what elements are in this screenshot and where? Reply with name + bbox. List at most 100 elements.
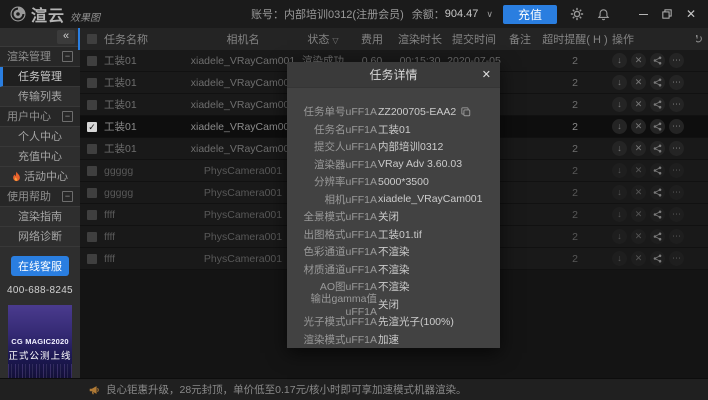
share-icon[interactable] — [650, 229, 665, 244]
header-duration: 渲染时长 — [398, 34, 442, 46]
row-checkbox[interactable]: ✓ — [87, 99, 97, 110]
balance-value: 904.47 — [444, 8, 479, 20]
cancel-task-icon[interactable]: ✕ — [631, 207, 646, 222]
balance-label: 余额： — [411, 9, 445, 21]
copy-icon[interactable] — [461, 107, 471, 117]
share-icon[interactable] — [650, 53, 665, 68]
restore-button[interactable] — [658, 5, 676, 23]
cancel-task-icon[interactable]: ✕ — [631, 229, 646, 244]
modal-field: 材质通道 不渲染 — [287, 261, 500, 279]
share-icon[interactable] — [650, 75, 665, 90]
row-checkbox[interactable]: ✓ — [87, 231, 97, 242]
modal-field: 色彩通道 不渲染 — [287, 243, 500, 261]
row-checkbox[interactable]: ✓ — [87, 121, 97, 132]
modal-field: 任务名 工装01 — [287, 121, 500, 139]
sidebar-nav-entry[interactable]: 活动中心 − — [0, 166, 80, 187]
modal-field: 光子模式 先渲光子(100%) — [287, 313, 500, 331]
footer-notice-bar: 良心钜惠升级，28元封顶，单价低至0.17元/核小时即可享加速模式机器渲染。 — [0, 378, 708, 400]
status-filter-icon[interactable]: ▽ — [332, 36, 338, 45]
sidebar-nav-entry[interactable]: 渲染指南 − — [0, 206, 80, 227]
more-actions-icon[interactable]: ⋯ — [669, 163, 684, 178]
share-icon[interactable] — [650, 185, 665, 200]
sidebar-nav-entry[interactable]: 使用帮助 − — [0, 186, 80, 207]
download-icon[interactable]: ↓ — [612, 229, 627, 244]
header-remark: 备注 — [509, 34, 531, 46]
row-checkbox[interactable]: ✓ — [87, 165, 97, 176]
more-actions-icon[interactable]: ⋯ — [669, 97, 684, 112]
sidebar-nav-entry[interactable]: 用户中心 − — [0, 106, 80, 127]
download-icon[interactable]: ↓ — [612, 53, 627, 68]
promo-banner[interactable]: CG MAGIC2020 正式公测上线 — [8, 304, 72, 378]
cancel-task-icon[interactable]: ✕ — [631, 75, 646, 90]
row-checkbox[interactable]: ✓ — [87, 55, 97, 66]
sidebar-nav-entry[interactable]: 任务管理 − — [0, 66, 80, 87]
banner-title: CG MAGIC2020 — [11, 336, 69, 346]
more-actions-icon[interactable]: ⋯ — [669, 75, 684, 90]
cell-timeout: 2 — [572, 186, 578, 199]
sidebar-nav-label: 个人中心 — [18, 131, 62, 144]
row-checkbox[interactable]: ✓ — [87, 187, 97, 198]
share-icon[interactable] — [650, 251, 665, 266]
settings-gear-icon[interactable] — [570, 7, 584, 21]
account-dropdown-chevron-icon[interactable]: ∨ — [486, 9, 493, 20]
recharge-button[interactable]: 充值 — [503, 4, 557, 24]
more-actions-icon[interactable]: ⋯ — [669, 141, 684, 156]
modal-field-value: 先渲光子(100%) — [378, 316, 454, 329]
more-actions-icon[interactable]: ⋯ — [669, 207, 684, 222]
section-collapse-toggle-icon[interactable]: − — [62, 110, 73, 122]
share-icon[interactable] — [650, 163, 665, 178]
refresh-icon[interactable]: ↻ — [696, 32, 703, 46]
cancel-task-icon[interactable]: ✕ — [631, 53, 646, 68]
modal-header: 任务详情 ✕ — [287, 62, 500, 88]
share-icon[interactable] — [650, 207, 665, 222]
select-all-checkbox[interactable] — [87, 34, 97, 44]
header-camera-name: 相机名 — [226, 34, 260, 46]
more-actions-icon[interactable]: ⋯ — [669, 53, 684, 68]
share-icon[interactable] — [650, 119, 665, 134]
cancel-task-icon[interactable]: ✕ — [631, 119, 646, 134]
section-collapse-toggle-icon[interactable]: − — [62, 50, 73, 62]
minimize-button[interactable] — [634, 5, 652, 23]
sidebar-collapse-icon[interactable]: « — [57, 29, 75, 44]
sidebar-nav-entry[interactable]: 个人中心 − — [0, 126, 80, 147]
cancel-task-icon[interactable]: ✕ — [631, 251, 646, 266]
sidebar-nav-entry[interactable]: 传输列表 − — [0, 86, 80, 107]
app-subtitle: 效果图 — [70, 12, 101, 24]
row-checkbox[interactable]: ✓ — [87, 253, 97, 264]
sidebar-nav-label: 渲染管理 — [7, 51, 51, 64]
more-actions-icon[interactable]: ⋯ — [669, 119, 684, 134]
cancel-task-icon[interactable]: ✕ — [631, 185, 646, 200]
share-icon[interactable] — [650, 97, 665, 112]
more-actions-icon[interactable]: ⋯ — [669, 229, 684, 244]
cell-task-name: ffff — [104, 252, 116, 265]
modal-field: 提交人 内部培训0312 — [287, 138, 500, 156]
sidebar-nav-entry[interactable]: 充值中心 − — [0, 146, 80, 167]
download-icon[interactable]: ↓ — [612, 97, 627, 112]
row-checkbox[interactable]: ✓ — [87, 143, 97, 154]
row-checkbox[interactable]: ✓ — [87, 77, 97, 88]
download-icon[interactable]: ↓ — [612, 141, 627, 156]
more-actions-icon[interactable]: ⋯ — [669, 185, 684, 200]
cell-camera-name: PhysCamera001 — [203, 208, 283, 221]
download-icon[interactable]: ↓ — [612, 185, 627, 200]
close-window-button[interactable]: ✕ — [682, 5, 700, 23]
row-checkbox[interactable]: ✓ — [87, 209, 97, 220]
download-icon[interactable]: ↓ — [612, 251, 627, 266]
cancel-task-icon[interactable]: ✕ — [631, 163, 646, 178]
notification-bell-icon[interactable] — [597, 8, 610, 21]
header-cost: 费用 — [361, 34, 383, 46]
more-actions-icon[interactable]: ⋯ — [669, 251, 684, 266]
download-icon[interactable]: ↓ — [612, 163, 627, 178]
modal-field-label: 出图格式 — [287, 227, 377, 242]
download-icon[interactable]: ↓ — [612, 207, 627, 222]
download-icon[interactable]: ↓ — [612, 75, 627, 90]
cancel-task-icon[interactable]: ✕ — [631, 97, 646, 112]
share-icon[interactable] — [650, 141, 665, 156]
sidebar-nav-entry[interactable]: 网络诊断 − — [0, 226, 80, 247]
sidebar-nav-entry[interactable]: 渲染管理 − — [0, 46, 80, 67]
online-service-button[interactable]: 在线客服 — [11, 255, 69, 276]
section-collapse-toggle-icon[interactable]: − — [62, 190, 73, 202]
modal-close-icon[interactable]: ✕ — [482, 68, 491, 81]
download-icon[interactable]: ↓ — [612, 119, 627, 134]
cancel-task-icon[interactable]: ✕ — [631, 141, 646, 156]
